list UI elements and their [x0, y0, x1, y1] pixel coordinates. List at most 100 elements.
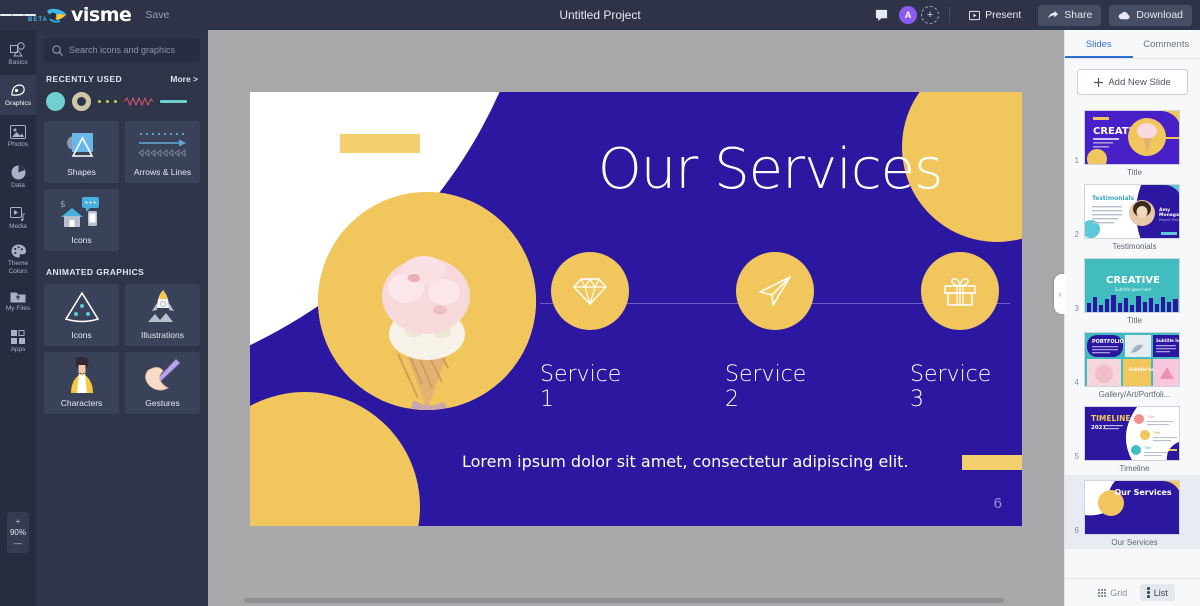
avatar[interactable]: A: [899, 6, 918, 24]
zoom-out-button[interactable]: —: [7, 538, 29, 549]
tile-animated-icons[interactable]: Icons: [44, 284, 119, 346]
slide-list-item-4[interactable]: 4 PORTFOLIO Subtitle here: [1065, 327, 1200, 401]
sidebar-label-my-files: My Files: [5, 305, 31, 312]
tile-gestures[interactable]: Gestures: [125, 352, 200, 414]
slide-accent-bar-top: [340, 134, 420, 153]
slide-thumbnail-5[interactable]: TIMELINE 2021 Title Title Title: [1084, 406, 1180, 461]
slide-list-item-1[interactable]: 1 CREATIVE Title: [1065, 105, 1200, 179]
tile-shapes[interactable]: Shapes: [44, 121, 119, 183]
svg-text:Testimonials: Testimonials: [1092, 195, 1135, 202]
tab-comments[interactable]: Comments: [1133, 30, 1200, 58]
slide-label-1: Title: [1127, 168, 1142, 177]
sidebar-item-my-files[interactable]: My Files: [0, 280, 36, 320]
tile-label-arrows-lines: Arrows & Lines: [133, 167, 192, 177]
gestures-icon: [125, 352, 200, 398]
share-button[interactable]: Share: [1038, 4, 1102, 26]
present-label: Present: [985, 9, 1022, 21]
slide-number-6: 6: [1074, 526, 1079, 535]
view-mode-grid-label: Grid: [1110, 587, 1128, 598]
slide-thumbnail-3[interactable]: CREATIVE Subtitle goes here: [1084, 258, 1180, 313]
sidebar-label-photos: Photos: [7, 141, 29, 148]
download-label: Download: [1136, 9, 1183, 21]
view-mode-grid[interactable]: Grid: [1091, 585, 1134, 601]
slide-list-item-5[interactable]: 5 TIMELINE 2021 Title Title Title Timeli…: [1065, 401, 1200, 475]
search-input[interactable]: Search icons and graphics: [44, 38, 200, 62]
service-item-3[interactable]: Service 3: [910, 252, 1010, 412]
slide-thumbnail-list[interactable]: 1 CREATIVE Title 2 Testimonials Amy Mona…: [1065, 105, 1200, 595]
slide-canvas[interactable]: Our Services Service 1 Service 2 Service…: [250, 92, 1022, 526]
slide-label-5: Timeline: [1119, 464, 1150, 473]
characters-icon: [44, 352, 119, 398]
recent-item-zigzag[interactable]: [124, 96, 153, 106]
slide-title[interactable]: Our Services: [540, 137, 1000, 202]
sidebar-item-theme-colors[interactable]: Theme Colors: [0, 239, 36, 279]
service-item-2[interactable]: Service 2: [725, 252, 825, 412]
zoom-in-button[interactable]: +: [7, 516, 29, 527]
tile-illustrations[interactable]: Illustrations: [125, 284, 200, 346]
slide-photo-ice-cream[interactable]: [318, 192, 536, 410]
share-label: Share: [1064, 9, 1093, 21]
slide-list-item-3[interactable]: 3 CREATIVE Subtitle goes here Title: [1065, 253, 1200, 327]
slide-number-4: 4: [1074, 378, 1079, 387]
sidebar-label-apps: Apps: [10, 346, 26, 353]
slide-number-1: 1: [1074, 156, 1079, 165]
recent-item-circle[interactable]: [46, 91, 65, 111]
recent-item-dots[interactable]: [98, 99, 117, 103]
recently-used-title: RECENTLY USED: [46, 74, 123, 84]
recently-used-more-link[interactable]: More >: [170, 74, 198, 84]
tab-slides[interactable]: Slides: [1065, 30, 1133, 58]
service-label-1: Service 1: [540, 362, 622, 412]
canvas-horizontal-scrollbar[interactable]: [208, 595, 1064, 605]
svg-text:Subtitle here: Subtitle here: [1156, 338, 1180, 343]
download-button[interactable]: Download: [1109, 4, 1192, 26]
save-button[interactable]: Save: [145, 9, 169, 21]
sidebar-item-apps[interactable]: Apps: [0, 321, 36, 361]
top-bar-actions: A + Present Share Download: [871, 4, 1200, 26]
recent-item-ring[interactable]: [72, 91, 91, 111]
tile-arrows-lines[interactable]: Arrows & Lines: [125, 121, 200, 183]
service-item-1[interactable]: Service 1: [540, 252, 640, 412]
add-new-slide-button[interactable]: Add New Slide: [1077, 69, 1188, 95]
slide-label-4: Gallery/Art/Portfoli...: [1098, 390, 1171, 399]
canvas-area[interactable]: Our Services Service 1 Service 2 Service…: [208, 30, 1064, 606]
add-collaborator-icon[interactable]: +: [921, 6, 940, 24]
view-mode-list-label: List: [1153, 587, 1168, 598]
slide-caption[interactable]: Lorem ipsum dolor sit amet, consectetur …: [462, 452, 982, 471]
slide-list-item-6[interactable]: 6 Our Services Our Services: [1065, 475, 1200, 549]
grid-icon: [1098, 588, 1107, 597]
sidebar-item-media[interactable]: Media: [0, 198, 36, 238]
icons-icon: $: [44, 189, 119, 235]
slide-thumbnail-2[interactable]: Testimonials Amy Monagan Project Manager: [1084, 184, 1180, 239]
animated-graphics-header: ANIMATED GRAPHICS: [46, 267, 198, 277]
sidebar-item-photos[interactable]: Photos: [0, 116, 36, 156]
recent-item-line[interactable]: [160, 99, 187, 103]
present-button[interactable]: Present: [960, 5, 1030, 26]
left-tool-rail: Basics Graphics Photos Data Media Theme …: [0, 30, 36, 606]
sidebar-item-graphics[interactable]: Graphics: [0, 75, 36, 115]
visme-logo[interactable]: visme BETA: [28, 5, 132, 24]
tile-label-icons: Icons: [71, 235, 92, 245]
slide-label-2: Testimonials: [1112, 242, 1157, 251]
tile-characters[interactable]: Characters: [44, 352, 119, 414]
my-files-icon: [10, 288, 26, 303]
search-icon: [52, 44, 63, 56]
slide-number-3: 3: [1074, 304, 1079, 313]
recently-used-header: RECENTLY USED More >: [46, 74, 198, 84]
sidebar-item-data[interactable]: Data: [0, 157, 36, 197]
svg-text:Subtitle goes here: Subtitle goes here: [1115, 287, 1152, 292]
slide-list-item-2[interactable]: 2 Testimonials Amy Monagan Project Man T…: [1065, 179, 1200, 253]
view-mode-list[interactable]: List: [1140, 584, 1175, 601]
cloud-download-icon: [1118, 11, 1130, 19]
hamburger-menu-icon[interactable]: [0, 0, 36, 30]
theme-colors-icon: [11, 243, 26, 258]
scrollbar-thumb[interactable]: [244, 598, 1004, 603]
slide-thumbnail-4[interactable]: PORTFOLIO Subtitle here Subtitle here: [1084, 332, 1180, 387]
comment-icon[interactable]: [871, 5, 891, 25]
slide-services-row: Service 1 Service 2 Service 3: [540, 252, 1010, 412]
svg-text:Our Services: Our Services: [1114, 488, 1171, 497]
slide-thumbnail-1[interactable]: CREATIVE: [1084, 110, 1180, 165]
tile-icons[interactable]: $ Icons: [44, 189, 119, 251]
svg-text:TIMELINE: TIMELINE: [1091, 414, 1130, 423]
slide-thumbnail-6[interactable]: Our Services: [1084, 480, 1180, 535]
sidebar-item-basics[interactable]: Basics: [0, 34, 36, 74]
